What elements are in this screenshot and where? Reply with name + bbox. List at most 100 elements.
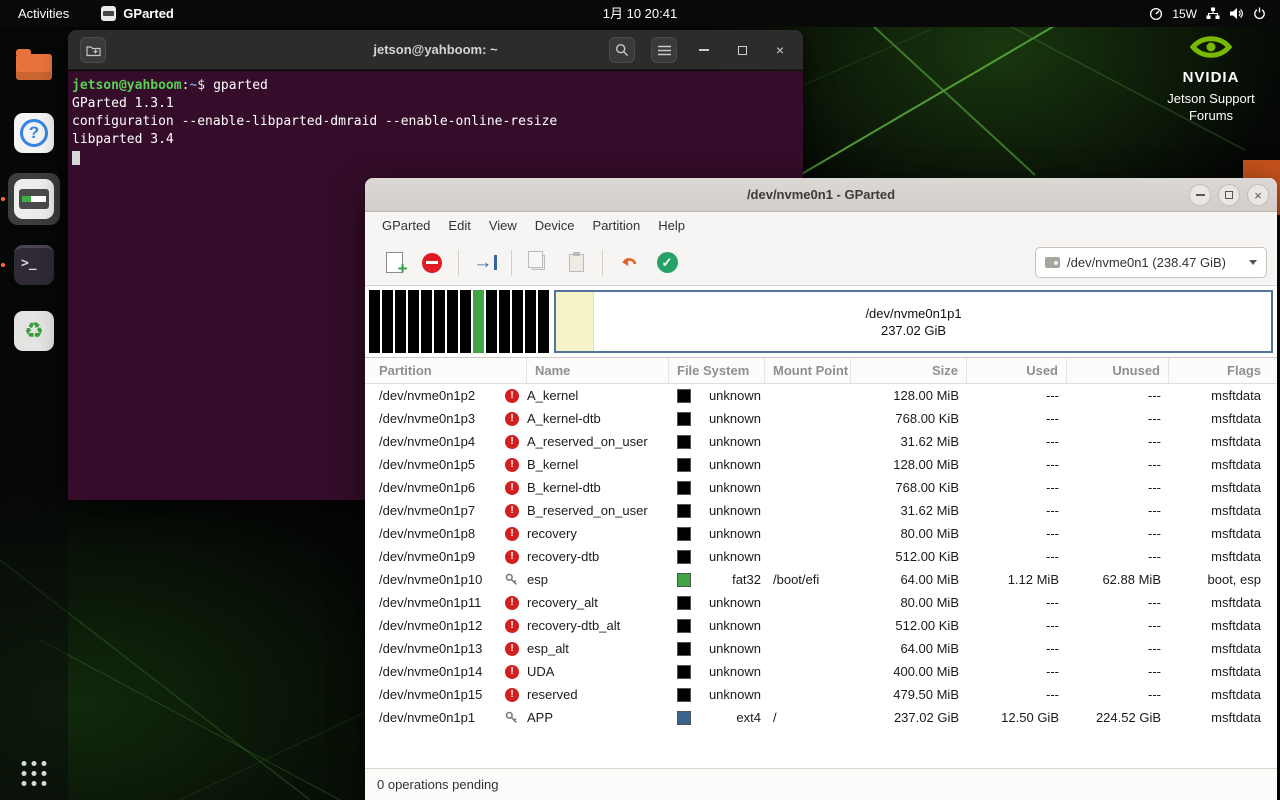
filesystem-type: unknown: [691, 499, 765, 522]
warning-icon: !: [505, 412, 519, 426]
filesystem-type: unknown: [691, 384, 765, 407]
small-partition-visual[interactable]: [421, 290, 432, 353]
partition-unused: ---: [1067, 591, 1169, 614]
partition-name: UDA: [527, 660, 669, 683]
partition-size: 400.00 MiB: [851, 660, 967, 683]
paste-button[interactable]: [557, 245, 595, 281]
gparted-titlebar[interactable]: /dev/nvme0n1 - GParted ×: [365, 178, 1277, 212]
small-partition-visual[interactable]: [408, 290, 419, 353]
toolbar-separator: [458, 250, 459, 276]
small-partition-visual[interactable]: [382, 290, 393, 353]
partition-row[interactable]: /dev/nvme0n1p4!A_reserved_on_userunknown…: [365, 430, 1277, 453]
clock[interactable]: 1月 10 20:41: [593, 0, 687, 27]
maximize-button[interactable]: [1218, 184, 1240, 206]
activities-button[interactable]: Activities: [0, 0, 87, 27]
filesystem-color-swatch: [677, 527, 691, 541]
partition-used: ---: [967, 407, 1067, 430]
nvidia-subtitle-line2: Forums: [1152, 107, 1270, 124]
close-button[interactable]: ×: [1247, 184, 1269, 206]
warning-icon: !: [505, 550, 519, 564]
minimize-button[interactable]: [693, 39, 715, 61]
terminal-titlebar[interactable]: jetson@yahboom: ~ ×: [68, 30, 803, 70]
partition-row[interactable]: /dev/nvme0n1p7!B_reserved_on_userunknown…: [365, 499, 1277, 522]
device-selector[interactable]: /dev/nvme0n1 (238.47 GiB): [1035, 247, 1267, 278]
small-partition-visual[interactable]: [395, 290, 406, 353]
menu-device[interactable]: Device: [526, 212, 584, 240]
menu-view[interactable]: View: [480, 212, 526, 240]
dock-item-help[interactable]: ?: [8, 107, 60, 159]
dock-item-terminal[interactable]: >_: [8, 239, 60, 291]
partition-row[interactable]: /dev/nvme0n1p13!esp_altunknown64.00 MiB-…: [365, 637, 1277, 660]
partition-row[interactable]: /dev/nvme0n1p9!recovery-dtbunknown512.00…: [365, 545, 1277, 568]
status-icon-cell: !: [505, 453, 527, 476]
small-partition-visual[interactable]: [434, 290, 445, 353]
apply-button[interactable]: ✓: [648, 245, 686, 281]
partition-used: ---: [967, 430, 1067, 453]
dock-item-gparted[interactable]: [8, 173, 60, 225]
column-header-size[interactable]: Size: [851, 358, 967, 383]
column-header-unused[interactable]: Unused: [1067, 358, 1169, 383]
system-tray[interactable]: 15W: [1141, 0, 1274, 27]
small-partition-visual[interactable]: [447, 290, 458, 353]
small-partition-visual[interactable]: [525, 290, 536, 353]
filesystem-color-swatch: [677, 458, 691, 472]
small-partition-visual[interactable]: [473, 290, 484, 353]
show-applications-button[interactable]: [22, 761, 47, 786]
search-button[interactable]: [609, 37, 635, 63]
column-header-mount-point[interactable]: Mount Point: [765, 358, 851, 383]
menu-gparted[interactable]: GParted: [373, 212, 439, 240]
hamburger-icon: [658, 45, 671, 56]
column-header-used[interactable]: Used: [967, 358, 1067, 383]
partition-name: A_reserved_on_user: [527, 430, 669, 453]
small-partition-visual[interactable]: [512, 290, 523, 353]
column-header-file-system[interactable]: File System: [669, 358, 765, 383]
copy-button[interactable]: [519, 245, 557, 281]
partition-row[interactable]: /dev/nvme0n1p5!B_kernelunknown128.00 MiB…: [365, 453, 1277, 476]
menu-edit[interactable]: Edit: [439, 212, 479, 240]
status-bar: 0 operations pending: [365, 768, 1277, 800]
partition-row[interactable]: /dev/nvme0n1p10espfat32/boot/efi64.00 Mi…: [365, 568, 1277, 591]
small-partition-visual[interactable]: [538, 290, 549, 353]
partition-p1-visual[interactable]: /dev/nvme0n1p1 237.02 GiB: [554, 290, 1273, 353]
dock-item-files[interactable]: [8, 41, 60, 93]
partition-row[interactable]: /dev/nvme0n1p6!B_kernel-dtbunknown768.00…: [365, 476, 1277, 499]
column-header-name[interactable]: Name: [527, 358, 669, 383]
partition-row[interactable]: /dev/nvme0n1p12!recovery-dtb_altunknown5…: [365, 614, 1277, 637]
delete-partition-button[interactable]: [413, 245, 451, 281]
chevron-down-icon: [1249, 260, 1257, 265]
partition-row[interactable]: /dev/nvme0n1p14!UDAunknown400.00 MiB----…: [365, 660, 1277, 683]
undo-button[interactable]: [610, 245, 648, 281]
small-partition-visual[interactable]: [369, 290, 380, 353]
menu-help[interactable]: Help: [649, 212, 694, 240]
partition-row[interactable]: /dev/nvme0n1p11!recovery_altunknown80.00…: [365, 591, 1277, 614]
status-icon-cell: !: [505, 614, 527, 637]
partition-size: 31.62 MiB: [851, 430, 967, 453]
filesystem-type: unknown: [691, 476, 765, 499]
maximize-button[interactable]: [731, 39, 753, 61]
partition-row[interactable]: /dev/nvme0n1p1APPext4/237.02 GiB12.50 Gi…: [365, 706, 1277, 729]
partition-p1-size: 237.02 GiB: [881, 322, 946, 339]
filesystem-type: unknown: [691, 637, 765, 660]
partition-table: /dev/nvme0n1p2!A_kernelunknown128.00 MiB…: [365, 384, 1277, 768]
focused-app-menu[interactable]: GParted: [87, 0, 188, 27]
resize-move-button[interactable]: →: [466, 245, 504, 281]
menu-button[interactable]: [651, 37, 677, 63]
small-partition-visual[interactable]: [460, 290, 471, 353]
small-partition-visual[interactable]: [486, 290, 497, 353]
new-partition-button[interactable]: [375, 245, 413, 281]
nvidia-subtitle-line1: Jetson Support: [1152, 90, 1270, 107]
partition-row[interactable]: /dev/nvme0n1p8!recoveryunknown80.00 MiB-…: [365, 522, 1277, 545]
column-header-flags[interactable]: Flags: [1169, 358, 1277, 383]
dock-item-software[interactable]: ♻: [8, 305, 60, 357]
small-partition-visual[interactable]: [499, 290, 510, 353]
menu-partition[interactable]: Partition: [584, 212, 650, 240]
partition-row[interactable]: /dev/nvme0n1p15!reservedunknown479.50 Mi…: [365, 683, 1277, 706]
close-button[interactable]: ×: [769, 39, 791, 61]
mount-point: [765, 545, 851, 568]
gparted-app-icon: [101, 6, 116, 21]
partition-row[interactable]: /dev/nvme0n1p2!A_kernelunknown128.00 MiB…: [365, 384, 1277, 407]
minimize-button[interactable]: [1189, 184, 1211, 206]
column-header-partition[interactable]: Partition: [365, 358, 527, 383]
partition-row[interactable]: /dev/nvme0n1p3!A_kernel-dtbunknown768.00…: [365, 407, 1277, 430]
partition-name: B_reserved_on_user: [527, 499, 669, 522]
